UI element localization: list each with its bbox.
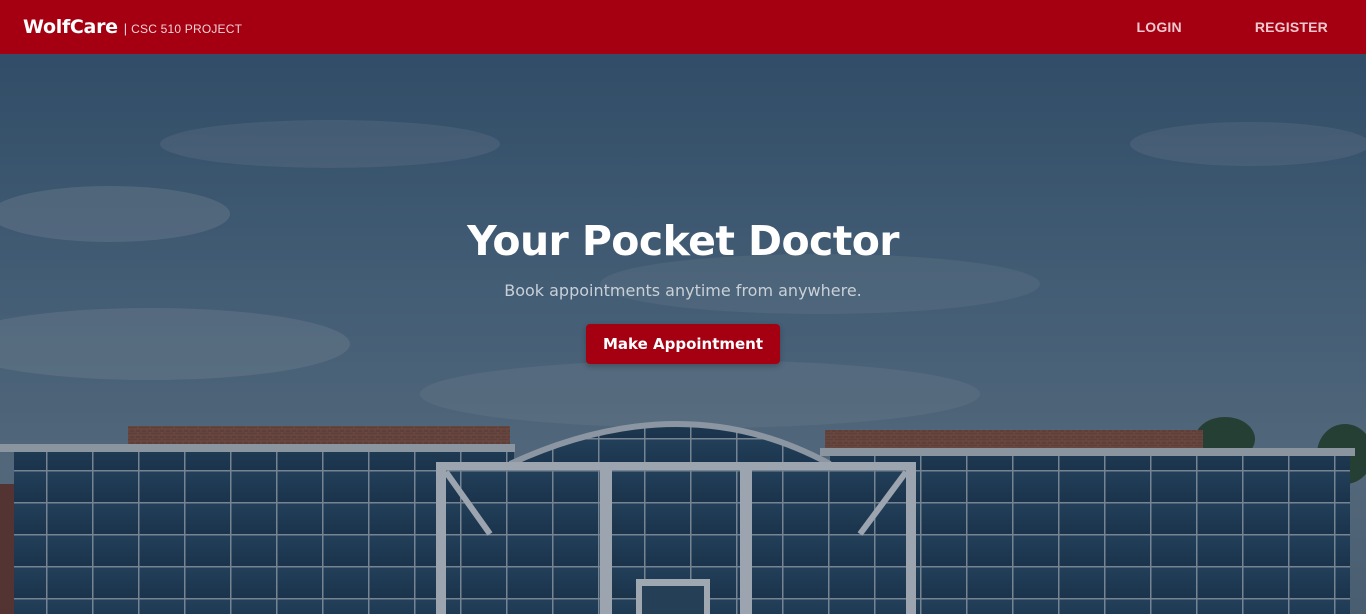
- hero-title: Your Pocket Doctor: [467, 217, 899, 265]
- nav-links: LOGIN REGISTER: [1136, 19, 1343, 35]
- make-appointment-button[interactable]: Make Appointment: [586, 324, 780, 364]
- login-link[interactable]: LOGIN: [1136, 19, 1181, 35]
- brand-subtitle: CSC 510 PROJECT: [131, 22, 243, 36]
- register-link[interactable]: REGISTER: [1255, 19, 1328, 35]
- hero-subtitle: Book appointments anytime from anywhere.: [504, 281, 862, 300]
- hero-content: Your Pocket Doctor Book appointments any…: [0, 54, 1366, 364]
- hero-section: Your Pocket Doctor Book appointments any…: [0, 54, 1366, 614]
- navbar: WolfCare | CSC 510 PROJECT LOGIN REGISTE…: [0, 0, 1366, 54]
- brand-separator: |: [123, 21, 128, 36]
- brand-logo-link[interactable]: WolfCare | CSC 510 PROJECT: [23, 16, 242, 38]
- brand-name: WolfCare: [23, 16, 118, 38]
